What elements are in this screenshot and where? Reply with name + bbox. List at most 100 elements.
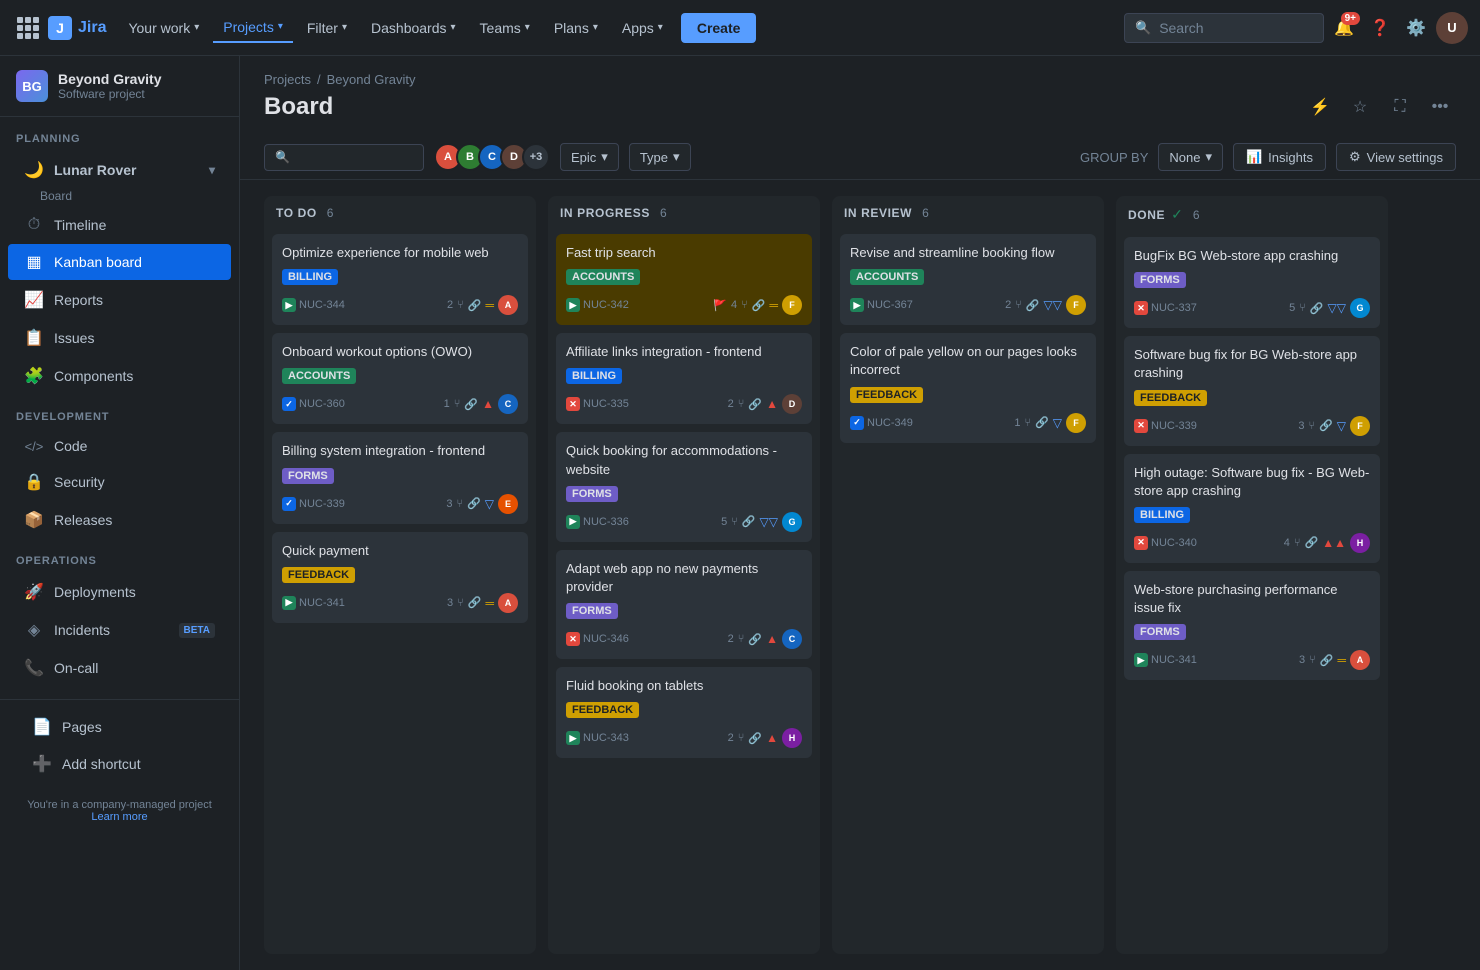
card-avatar: G [1350, 298, 1370, 318]
card[interactable]: High outage: Software bug fix - BG Web-s… [1124, 454, 1380, 563]
bolt-button[interactable]: ⚡ [1304, 91, 1336, 123]
profile-avatar[interactable]: U [1436, 12, 1468, 44]
card-count: 3 [1298, 420, 1304, 432]
card-label: ACCOUNTS [282, 368, 356, 384]
nav-filter[interactable]: Filter ▾ [297, 14, 357, 42]
nav-dashboards[interactable]: Dashboards ▾ [361, 14, 466, 42]
company-note: You're in a company-managed project Lear… [0, 791, 239, 831]
sidebar-item-code[interactable]: </> Code [8, 430, 231, 462]
card-issue-id: ✕ NUC-339 [1134, 419, 1197, 433]
card-issue-id: ▶ NUC-367 [850, 298, 913, 312]
search-input[interactable] [1159, 20, 1313, 36]
card[interactable]: Onboard workout options (OWO) ACCOUNTS ✓… [272, 333, 528, 424]
sidebar-item-incidents[interactable]: ◈ Incidents BETA [8, 612, 231, 648]
commit-icon: 🔗 [464, 398, 478, 411]
type-filter[interactable]: Type ▾ [629, 143, 691, 171]
sidebar-item-deployments[interactable]: 🚀 Deployments [8, 574, 231, 610]
insights-button[interactable]: 📊 Insights [1233, 143, 1326, 171]
sidebar-item-reports[interactable]: 📈 Reports [8, 282, 231, 318]
sidebar-project-header[interactable]: BG Beyond Gravity Software project [0, 56, 239, 117]
filter-search[interactable]: 🔍 [264, 144, 424, 171]
sidebar-item-releases[interactable]: 📦 Releases [8, 502, 231, 538]
card-title: Adapt web app no new payments provider [566, 560, 802, 596]
logo[interactable]: J Jira [48, 16, 106, 40]
card-count: 2 [728, 398, 734, 410]
chevron-down-icon: ▾ [451, 22, 456, 33]
sidebar-item-lunar-rover[interactable]: 🌙 Lunar Rover ▾ [8, 152, 231, 188]
group-by-none[interactable]: None ▾ [1158, 143, 1223, 171]
card-meta: 3 ⑂ 🔗 ▽ F [1203, 416, 1370, 436]
card-count: 3 [446, 498, 452, 510]
column-count: 6 [327, 206, 334, 220]
nav-plans[interactable]: Plans ▾ [544, 14, 608, 42]
card[interactable]: Revise and streamline booking flow ACCOU… [840, 234, 1096, 325]
sidebar-item-issues[interactable]: 📋 Issues [8, 320, 231, 356]
card-meta: 4 ⑂ 🔗 ▲▲ H [1203, 533, 1370, 553]
chevron-down-icon: ▾ [673, 149, 680, 165]
card[interactable]: Web-store purchasing performance issue f… [1124, 571, 1380, 680]
learn-more-link[interactable]: Learn more [16, 811, 223, 823]
create-button[interactable]: Create [681, 13, 757, 43]
card-count: 5 [721, 516, 727, 528]
column-title: TO DO [276, 206, 317, 220]
branch-icon: ⑂ [731, 516, 738, 528]
card-issue-id: ▶ NUC-336 [566, 515, 629, 529]
nav-projects[interactable]: Projects ▾ [213, 13, 293, 43]
card[interactable]: Quick payment FEEDBACK ▶ NUC-341 3 ⑂ 🔗 ═… [272, 532, 528, 623]
branch-icon: ⑂ [454, 398, 461, 410]
nav-your-work[interactable]: Your work ▾ [118, 14, 209, 42]
card-count: 3 [1299, 654, 1305, 666]
search-bar[interactable]: 🔍 [1124, 13, 1324, 43]
card-title: Quick payment [282, 542, 518, 560]
star-button[interactable]: ☆ [1344, 91, 1376, 123]
card[interactable]: Color of pale yellow on our pages looks … [840, 333, 1096, 442]
lock-icon: 🔒 [24, 472, 44, 492]
breadcrumb-project[interactable]: Beyond Gravity [327, 72, 416, 87]
card[interactable]: Quick booking for accommodations - websi… [556, 432, 812, 541]
more-button[interactable]: ••• [1424, 91, 1456, 123]
card[interactable]: Affiliate links integration - frontend B… [556, 333, 812, 424]
view-settings-button[interactable]: ⚙ View settings [1336, 143, 1456, 171]
card-meta: 5 ⑂ 🔗 ▽▽ G [635, 512, 802, 532]
card-title: Optimize experience for mobile web [282, 244, 518, 262]
commit-icon: 🔗 [748, 732, 762, 745]
sidebar-item-timeline[interactable]: ⏱ Timeline [8, 208, 231, 242]
card[interactable]: BugFix BG Web-store app crashing FORMS ✕… [1124, 237, 1380, 328]
epic-filter[interactable]: Epic ▾ [560, 143, 619, 171]
settings-button[interactable]: ⚙️ [1400, 12, 1432, 44]
sidebar-item-add-shortcut[interactable]: ➕ Add shortcut [16, 746, 223, 782]
sidebar-item-security[interactable]: 🔒 Security [8, 464, 231, 500]
sidebar: BG Beyond Gravity Software project PLANN… [0, 56, 240, 970]
notifications-button[interactable]: 🔔 9+ [1328, 12, 1360, 44]
card[interactable]: Fast trip search ACCOUNTS ▶ NUC-342 🚩 4 … [556, 234, 812, 325]
nav-apps[interactable]: Apps ▾ [612, 14, 673, 42]
card-footer: ▶ NUC-342 🚩 4 ⑂ 🔗 ═ F [566, 295, 802, 315]
expand-button[interactable]: ⛶ [1384, 91, 1416, 123]
sidebar-item-pages[interactable]: 📄 Pages [16, 709, 223, 745]
card-footer: ✕ NUC-340 4 ⑂ 🔗 ▲▲ H [1134, 533, 1370, 553]
card-avatar: F [782, 295, 802, 315]
commit-icon: 🔗 [1320, 654, 1334, 667]
sidebar-item-oncall[interactable]: 📞 On-call [8, 650, 231, 686]
card[interactable]: Fluid booking on tablets FEEDBACK ▶ NUC-… [556, 667, 812, 758]
card[interactable]: Adapt web app no new payments provider F… [556, 550, 812, 659]
card-label: FORMS [566, 603, 618, 619]
sidebar-item-kanban[interactable]: ▦ Kanban board [8, 244, 231, 280]
nav-teams[interactable]: Teams ▾ [470, 14, 540, 42]
card[interactable]: Software bug fix for BG Web-store app cr… [1124, 336, 1380, 445]
avatar-more[interactable]: +3 [522, 143, 550, 171]
card[interactable]: Optimize experience for mobile web BILLI… [272, 234, 528, 325]
sidebar-item-components[interactable]: 🧩 Components [8, 358, 231, 394]
app-switcher-button[interactable] [12, 12, 44, 44]
card-title: High outage: Software bug fix - BG Web-s… [1134, 464, 1370, 500]
branch-icon: ⑂ [738, 732, 745, 744]
card[interactable]: Billing system integration - frontend FO… [272, 432, 528, 523]
breadcrumb-projects[interactable]: Projects [264, 72, 311, 87]
chevron-down-icon: ▾ [194, 22, 199, 33]
card-title: BugFix BG Web-store app crashing [1134, 247, 1370, 265]
deployments-icon: 🚀 [24, 582, 44, 602]
column-title: IN REVIEW [844, 206, 912, 220]
help-button[interactable]: ❓ [1364, 12, 1396, 44]
card-footer: ▶ NUC-336 5 ⑂ 🔗 ▽▽ G [566, 512, 802, 532]
board-search-input[interactable] [296, 150, 413, 165]
